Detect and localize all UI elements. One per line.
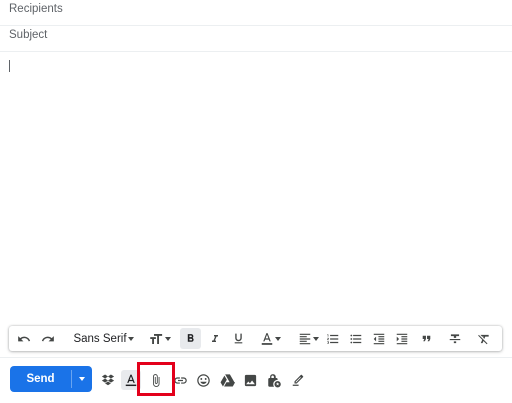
subject-field[interactable]: Subject (0, 26, 512, 52)
underline-button[interactable] (228, 328, 248, 349)
quote-button[interactable] (416, 328, 436, 349)
remove-formatting-icon (478, 334, 489, 344)
font-size-dropdown[interactable] (141, 328, 171, 349)
insert-emoji-button[interactable] (193, 370, 213, 390)
indent-more-icon (396, 333, 408, 344)
emoji-icon (196, 373, 210, 387)
redo-button[interactable] (37, 328, 59, 349)
font-size-icon (149, 333, 162, 344)
insert-photo-button[interactable] (240, 370, 260, 390)
bold-icon (187, 334, 194, 342)
redo-icon (41, 335, 54, 341)
dropbox-icon (101, 374, 115, 386)
drive-icon (220, 374, 235, 387)
italic-icon (212, 334, 218, 342)
recipients-field[interactable]: Recipients (0, 0, 512, 26)
recipients-placeholder: Recipients (9, 3, 63, 15)
dropbox-button[interactable] (98, 370, 118, 390)
confidential-mode-icon (267, 373, 281, 387)
chevron-down-icon (128, 337, 134, 341)
underline-icon (234, 333, 242, 344)
indent-more-button[interactable] (392, 328, 412, 349)
formatting-options-icon (125, 374, 137, 386)
send-button-group: Send (10, 366, 92, 392)
font-family-label: Sans Serif (73, 332, 127, 345)
signature-icon (292, 374, 304, 386)
strikethrough-button[interactable] (445, 328, 465, 349)
attachment-highlight-annotation (137, 362, 175, 396)
text-color-dropdown[interactable] (252, 328, 282, 349)
remove-formatting-button[interactable] (474, 328, 494, 349)
send-button[interactable]: Send (10, 366, 71, 392)
chevron-down-icon (313, 337, 319, 341)
align-icon (299, 333, 311, 344)
chevron-down-icon (165, 337, 171, 341)
message-body[interactable] (0, 53, 512, 323)
confidential-mode-button[interactable] (264, 370, 284, 390)
strikethrough-icon (449, 333, 461, 343)
bulleted-list-button[interactable] (346, 328, 366, 349)
undo-icon (18, 335, 31, 341)
quote-icon (422, 335, 430, 342)
schedule-send-dropdown[interactable] (72, 366, 92, 392)
indent-less-button[interactable] (369, 328, 389, 349)
font-family-dropdown[interactable]: Sans Serif (64, 328, 136, 349)
indent-less-icon (373, 333, 385, 344)
insert-from-drive-button[interactable] (217, 370, 237, 390)
divider (0, 357, 512, 358)
numbered-list-button[interactable] (323, 328, 343, 349)
numbered-list-icon (327, 333, 339, 344)
align-dropdown[interactable] (290, 328, 320, 349)
bulleted-list-icon (350, 334, 362, 343)
subject-placeholder: Subject (9, 29, 48, 41)
chevron-down-icon (79, 377, 85, 381)
undo-button[interactable] (13, 328, 35, 349)
text-color-icon (261, 332, 273, 345)
insert-signature-button[interactable] (288, 370, 308, 390)
photo-icon (244, 374, 256, 386)
bold-button[interactable] (180, 328, 201, 349)
italic-button[interactable] (205, 328, 225, 349)
formatting-toolbar: Sans Serif (9, 326, 502, 351)
text-cursor (9, 60, 10, 72)
chevron-down-icon (275, 337, 281, 341)
